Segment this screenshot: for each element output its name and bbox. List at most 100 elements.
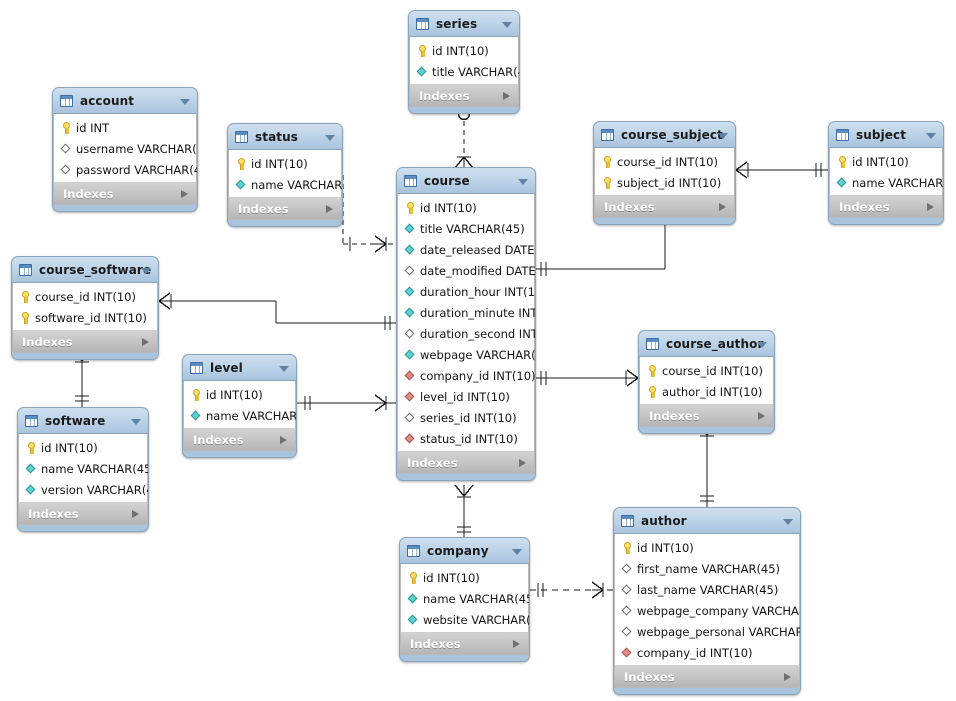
- indexes-section-level[interactable]: Indexes: [183, 428, 296, 451]
- chevron-down-icon[interactable]: [518, 178, 528, 185]
- column-row[interactable]: level_id INT(10): [398, 386, 534, 407]
- table-header-level[interactable]: level: [183, 355, 296, 381]
- chevron-down-icon[interactable]: [718, 132, 728, 139]
- column-row[interactable]: date_modified DATE: [398, 260, 535, 281]
- column-row[interactable]: webpage_company VARCHAR(45): [615, 600, 800, 621]
- table-header-course[interactable]: course: [397, 168, 535, 194]
- chevron-right-icon[interactable]: [503, 91, 510, 100]
- chevron-right-icon[interactable]: [927, 202, 934, 211]
- table-header-status[interactable]: status: [228, 124, 342, 150]
- chevron-down-icon[interactable]: [180, 98, 190, 105]
- er-diagram-canvas[interactable]: series id INT(10) title VARCHAR(45) Indexes…: [0, 0, 956, 701]
- table-header-course_software[interactable]: course_software: [12, 257, 158, 283]
- chevron-down-icon[interactable]: [502, 21, 512, 28]
- chevron-right-icon[interactable]: [758, 411, 765, 420]
- column-row[interactable]: id INT(10): [229, 153, 341, 174]
- column-row[interactable]: date_released DATE: [398, 239, 535, 260]
- chevron-down-icon[interactable]: [141, 267, 151, 274]
- chevron-right-icon[interactable]: [513, 639, 520, 648]
- column-row[interactable]: course_id INT(10): [595, 151, 734, 172]
- column-row[interactable]: software_id INT(10): [13, 307, 157, 328]
- table-company[interactable]: company id INT(10) name VARCHAR(45) website…: [399, 537, 530, 662]
- column-row[interactable]: duration_minute INT(10): [398, 302, 535, 323]
- column-row[interactable]: duration_second INT(10): [398, 323, 535, 344]
- table-course_software[interactable]: course_software course_id INT(10) software…: [11, 256, 159, 360]
- chevron-down-icon[interactable]: [131, 418, 141, 425]
- column-row[interactable]: password VARCHAR(45): [54, 159, 197, 180]
- table-header-author[interactable]: author: [614, 508, 800, 534]
- column-row[interactable]: id INT(10): [19, 437, 147, 458]
- column-row[interactable]: status_id INT(10): [398, 428, 534, 449]
- indexes-section-course_author[interactable]: Indexes: [639, 404, 774, 427]
- column-row[interactable]: title VARCHAR(45): [410, 61, 519, 82]
- table-course[interactable]: course id INT(10) title VARCHAR(45) date_re…: [396, 167, 536, 481]
- indexes-section-account[interactable]: Indexes: [53, 182, 197, 205]
- chevron-right-icon[interactable]: [719, 202, 726, 211]
- indexes-section-author[interactable]: Indexes: [614, 665, 800, 688]
- column-row[interactable]: name VARCHAR(45): [184, 405, 296, 426]
- chevron-right-icon[interactable]: [142, 337, 149, 346]
- column-row[interactable]: last_name VARCHAR(45): [615, 579, 799, 600]
- column-row[interactable]: series_id INT(10): [398, 407, 534, 428]
- column-row[interactable]: name VARCHAR(45): [229, 174, 342, 195]
- table-course_subject[interactable]: course_subject course_id INT(10) subject_i…: [593, 121, 736, 225]
- table-series[interactable]: series id INT(10) title VARCHAR(45) Indexes: [408, 10, 520, 114]
- chevron-right-icon[interactable]: [784, 672, 791, 681]
- column-row[interactable]: webpage_personal VARCHAR(45): [615, 621, 800, 642]
- column-row[interactable]: subject_id INT(10): [595, 172, 734, 193]
- table-header-company[interactable]: company: [400, 538, 529, 564]
- column-row[interactable]: id INT(10): [410, 40, 518, 61]
- column-row[interactable]: name VARCHAR(45): [19, 458, 148, 479]
- column-row[interactable]: course_id INT(10): [640, 360, 773, 381]
- column-row[interactable]: company_id INT(10): [398, 365, 535, 386]
- table-course_author[interactable]: course_author course_id INT(10) author_id …: [638, 330, 775, 434]
- column-row[interactable]: course_id INT(10): [13, 286, 157, 307]
- indexes-section-software[interactable]: Indexes: [18, 502, 148, 525]
- column-row[interactable]: id INT(10): [830, 151, 942, 172]
- table-account[interactable]: account id INT username VARCHAR(45) passwor…: [52, 87, 198, 212]
- table-header-software[interactable]: software: [18, 408, 148, 434]
- column-row[interactable]: id INT(10): [615, 537, 799, 558]
- column-row[interactable]: name VARCHAR(45): [830, 172, 943, 193]
- indexes-section-status[interactable]: Indexes: [228, 197, 342, 220]
- table-header-course_author[interactable]: course_author: [639, 331, 774, 357]
- chevron-down-icon[interactable]: [325, 134, 335, 141]
- column-row[interactable]: id INT(10): [398, 197, 534, 218]
- table-header-series[interactable]: series: [409, 11, 519, 37]
- indexes-section-series[interactable]: Indexes: [409, 84, 519, 107]
- column-row[interactable]: author_id INT(10): [640, 381, 773, 402]
- column-row[interactable]: id INT(10): [401, 567, 528, 588]
- column-row[interactable]: version VARCHAR(45): [19, 479, 148, 500]
- column-row[interactable]: webpage VARCHAR(90): [398, 344, 535, 365]
- table-header-course_subject[interactable]: course_subject: [594, 122, 735, 148]
- indexes-section-course[interactable]: Indexes: [397, 451, 535, 474]
- indexes-section-course_subject[interactable]: Indexes: [594, 195, 735, 218]
- column-row[interactable]: duration_hour INT(10): [398, 281, 535, 302]
- table-header-account[interactable]: account: [53, 88, 197, 114]
- table-author[interactable]: author id INT(10) first_name VARCHAR(45) la…: [613, 507, 801, 695]
- chevron-right-icon[interactable]: [326, 204, 333, 213]
- chevron-down-icon[interactable]: [279, 365, 289, 372]
- chevron-right-icon[interactable]: [181, 189, 188, 198]
- table-software[interactable]: software id INT(10) name VARCHAR(45) versio…: [17, 407, 149, 532]
- column-row[interactable]: id INT(10): [184, 384, 295, 405]
- column-row[interactable]: company_id INT(10): [615, 642, 799, 663]
- chevron-down-icon[interactable]: [757, 341, 767, 348]
- column-row[interactable]: username VARCHAR(45): [54, 138, 197, 159]
- column-row[interactable]: name VARCHAR(45): [401, 588, 529, 609]
- indexes-section-subject[interactable]: Indexes: [829, 195, 943, 218]
- table-header-subject[interactable]: subject: [829, 122, 943, 148]
- indexes-section-company[interactable]: Indexes: [400, 632, 529, 655]
- chevron-right-icon[interactable]: [132, 509, 139, 518]
- chevron-right-icon[interactable]: [280, 435, 287, 444]
- chevron-down-icon[interactable]: [926, 132, 936, 139]
- column-row[interactable]: id INT: [54, 117, 196, 138]
- column-row[interactable]: first_name VARCHAR(45): [615, 558, 799, 579]
- chevron-down-icon[interactable]: [783, 518, 793, 525]
- indexes-section-course_software[interactable]: Indexes: [12, 330, 158, 353]
- chevron-right-icon[interactable]: [519, 458, 526, 467]
- chevron-down-icon[interactable]: [512, 548, 522, 555]
- column-row[interactable]: website VARCHAR(45): [401, 609, 529, 630]
- table-subject[interactable]: subject id INT(10) name VARCHAR(45) Indexes: [828, 121, 944, 225]
- column-row[interactable]: title VARCHAR(45): [398, 218, 534, 239]
